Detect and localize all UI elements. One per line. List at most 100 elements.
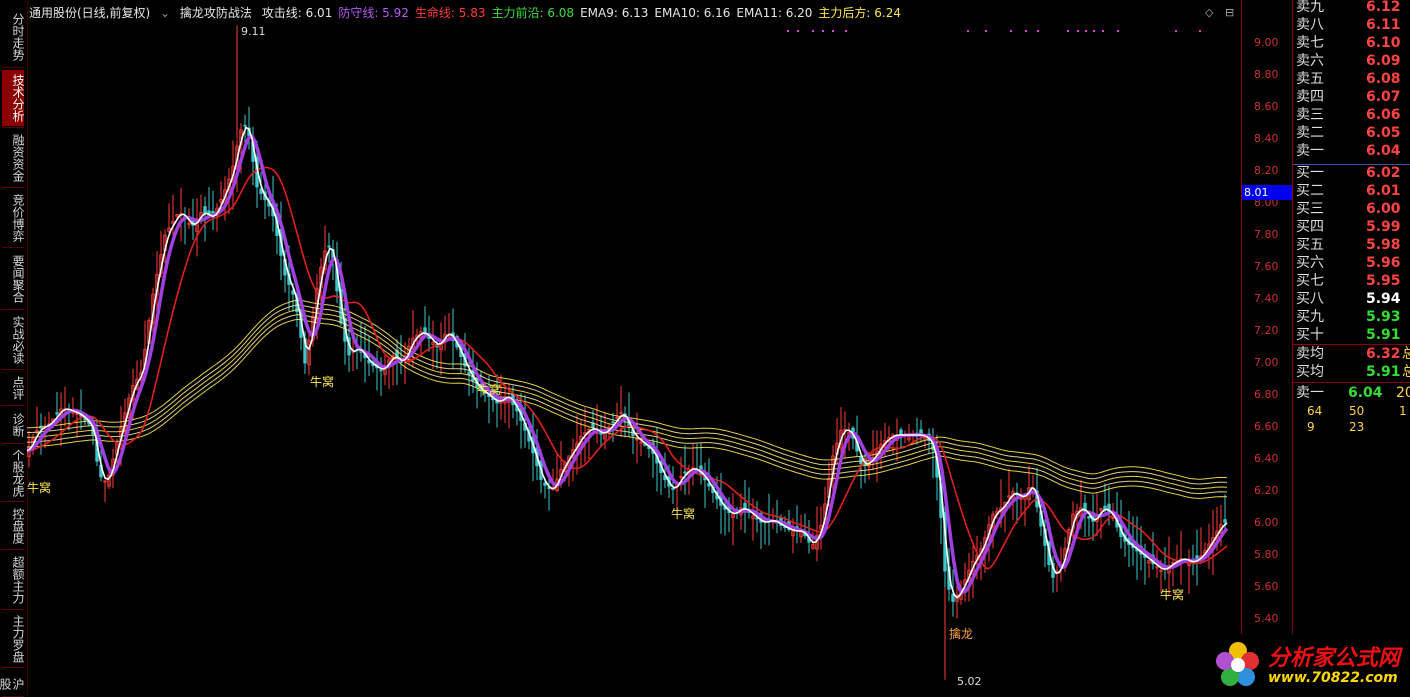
y-tick-label: 6.60 xyxy=(1254,420,1279,433)
buy-level-price: 6.02 xyxy=(1366,165,1401,181)
volume-cell: 50 xyxy=(1349,404,1365,418)
niuwo-signal-label: 牛窝 xyxy=(310,374,334,389)
high-price-label: 9.11 xyxy=(241,25,266,38)
sell-level-row[interactable]: 卖三 6.06 xyxy=(1296,106,1408,124)
left-tab-divider xyxy=(2,501,24,502)
y-tick-label: 7.80 xyxy=(1254,228,1279,241)
signal-dot xyxy=(1067,30,1069,32)
buy-level-row[interactable]: 买二 6.01 xyxy=(1296,182,1408,200)
buy-level-row[interactable]: 买九 5.93 xyxy=(1296,308,1408,326)
buy-level-label: 买二 xyxy=(1296,183,1324,199)
left-tab-8[interactable]: 个股龙虎 xyxy=(2,446,25,500)
buy-level-price: 5.96 xyxy=(1366,255,1401,271)
y-tick-label: 7.40 xyxy=(1254,292,1279,305)
y-tick-label: 8.40 xyxy=(1254,132,1279,145)
candle-body xyxy=(467,371,471,375)
sell-level-price: 6.12 xyxy=(1366,0,1401,15)
signal-dot xyxy=(1117,30,1119,32)
signal-dot xyxy=(1093,30,1095,32)
sell-level-row[interactable]: 卖四 6.07 xyxy=(1296,88,1408,106)
buy-level-label: 买三 xyxy=(1296,201,1324,217)
sell-level-row[interactable]: 卖九 6.12 xyxy=(1296,0,1408,16)
sell-level-label: 卖五 xyxy=(1296,71,1324,87)
low-price-label: 5.02 xyxy=(957,675,982,688)
sell-level-label: 卖二 xyxy=(1296,125,1324,141)
sell-level-row[interactable]: 卖六 6.09 xyxy=(1296,52,1408,70)
y-tick-label: 9.00 xyxy=(1254,36,1279,49)
buy-level-row[interactable]: 买五 5.98 xyxy=(1296,236,1408,254)
candle-body xyxy=(543,482,547,486)
left-tab-3[interactable]: 竞价博弈 xyxy=(2,190,25,246)
y-tick-label: 7.20 xyxy=(1254,324,1279,337)
avg-price-row: 卖均 6.32 总 xyxy=(1296,345,1410,363)
sell-level-row[interactable]: 卖一 6.04 xyxy=(1296,142,1408,160)
y-tick-label: 5.40 xyxy=(1254,612,1279,625)
sell-level-label: 卖四 xyxy=(1296,89,1324,105)
left-tab-divider xyxy=(2,667,24,668)
sell-level-row[interactable]: 卖八 6.11 xyxy=(1296,16,1408,34)
candle-body xyxy=(243,124,247,127)
avg-label: 买均 xyxy=(1296,364,1324,380)
buy-level-label: 买四 xyxy=(1296,219,1324,235)
left-tab-divider xyxy=(2,443,24,444)
sell-one-summary: 卖一 6.04 20 xyxy=(1296,384,1410,402)
left-tab-2[interactable]: 融资资金 xyxy=(2,130,25,186)
left-tab-divider xyxy=(2,609,24,610)
niuwo-signal-label: 牛窝 xyxy=(671,506,695,521)
signal-dot xyxy=(967,30,969,32)
buy-level-price: 5.95 xyxy=(1366,273,1401,289)
left-tab-divider xyxy=(2,309,24,310)
buy-level-row[interactable]: 买四 5.99 xyxy=(1296,218,1408,236)
life-line xyxy=(27,166,1228,570)
buy-level-label: 买五 xyxy=(1296,237,1324,253)
signal-dot xyxy=(812,30,814,32)
left-tab-divider xyxy=(2,549,24,550)
left-tab-9[interactable]: 控盘度 xyxy=(2,504,25,548)
buy-level-price: 5.98 xyxy=(1366,237,1401,253)
buy-level-row[interactable]: 买七 5.95 xyxy=(1296,272,1408,290)
left-tab-10[interactable]: 超额主力 xyxy=(2,552,25,608)
sell-level-row[interactable]: 卖五 6.08 xyxy=(1296,70,1408,88)
signal-dot xyxy=(845,30,847,32)
left-tab-11[interactable]: 主力罗盘 xyxy=(2,612,25,666)
signal-dot xyxy=(1010,30,1012,32)
y-tick-label: 5.60 xyxy=(1254,580,1279,593)
candle-layer xyxy=(27,25,1227,680)
left-tab-12[interactable]: 沪股 xyxy=(0,672,25,695)
book-divider xyxy=(1293,382,1410,383)
left-tab-5[interactable]: 实战必读 xyxy=(2,312,25,368)
signal-dot xyxy=(1085,30,1087,32)
left-tab-7[interactable]: 诊断 xyxy=(2,408,25,442)
buy-level-row[interactable]: 买三 6.00 xyxy=(1296,200,1408,218)
left-tab-4[interactable]: 要闻聚合 xyxy=(2,250,25,308)
left-tab-1[interactable]: 技术分析 xyxy=(2,70,25,126)
signal-dot xyxy=(1102,30,1104,32)
sell-level-price: 6.06 xyxy=(1366,107,1401,123)
left-tab-0[interactable]: 分时走势 xyxy=(2,8,25,66)
signal-dot xyxy=(1175,30,1177,32)
candle-body xyxy=(1087,516,1091,519)
avg-price-row: 买均 5.91 总 xyxy=(1296,363,1410,381)
buy-level-row[interactable]: 买八 5.94 xyxy=(1296,290,1408,308)
left-tab-divider xyxy=(2,127,24,128)
candle-body xyxy=(55,412,59,415)
signal-dot xyxy=(1199,30,1201,32)
buy-level-row[interactable]: 买一 6.02 xyxy=(1296,164,1408,182)
sell-level-row[interactable]: 卖七 6.10 xyxy=(1296,34,1408,52)
rear-band-line xyxy=(27,319,1228,499)
buy-level-row[interactable]: 买十 5.91 xyxy=(1296,326,1408,344)
y-tick-label: 8.60 xyxy=(1254,100,1279,113)
signal-dot xyxy=(822,30,824,32)
y-tick-label: 8.80 xyxy=(1254,68,1279,81)
buy-level-price: 6.01 xyxy=(1366,183,1401,199)
avg-price: 6.32 xyxy=(1366,346,1401,362)
left-tab-6[interactable]: 点评 xyxy=(2,372,25,404)
kline-chart[interactable]: 9.115.02牛窝牛窝牛窝牛窝牛窝擒龙 xyxy=(27,0,1241,695)
sell-level-row[interactable]: 卖二 6.05 xyxy=(1296,124,1408,142)
candle-body xyxy=(683,471,687,474)
sell-level-price: 6.09 xyxy=(1366,53,1401,69)
watermark-logo: 分析家公式网 www.70822.com xyxy=(1206,634,1410,695)
sell-level-label: 卖八 xyxy=(1296,17,1324,33)
buy-level-row[interactable]: 买六 5.96 xyxy=(1296,254,1408,272)
avg-suffix: 总 xyxy=(1402,346,1410,362)
